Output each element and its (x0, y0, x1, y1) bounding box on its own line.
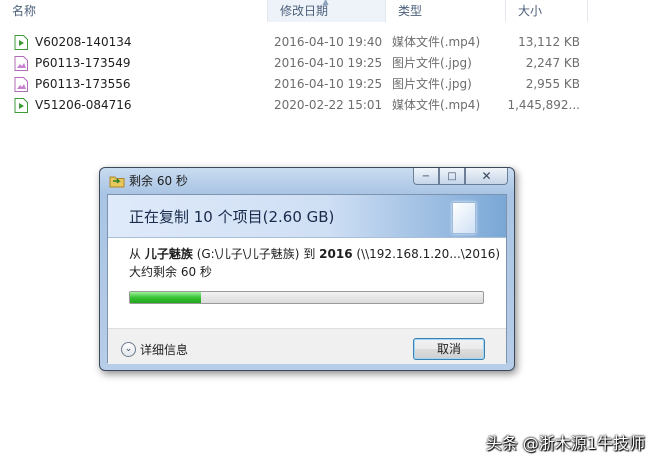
column-header-date-label: 修改日期 (280, 4, 329, 18)
file-name: V60208-140134 (35, 35, 132, 49)
file-name: V51206-084716 (35, 98, 132, 112)
dialog-titlebar[interactable]: 剩余 60 秒 − □ ✕ (100, 168, 514, 194)
file-date: 2016-04-10 19:40 (274, 35, 383, 49)
dest-path: (\\192.168.1.20...\2016) (356, 247, 501, 261)
file-row[interactable]: V60208-140134 2016-04-10 19:40 媒体文件(.mp4… (0, 32, 600, 53)
file-size: 2,247 KB (525, 56, 580, 70)
chevron-down-icon: ⌄ (121, 342, 136, 357)
dialog-banner: 正在复制 10 个项目(2.60 GB) (108, 195, 506, 238)
more-details-label: 详细信息 (140, 343, 189, 357)
sort-arrow-icon: ▲ (322, 0, 329, 6)
more-details-toggle[interactable]: ⌄ 详细信息 (121, 341, 188, 358)
copy-dialog: 剩余 60 秒 − □ ✕ 正在复制 10 个项目(2.60 GB) 从 儿子魅… (99, 167, 515, 371)
watermark: 头条 @浙木源1牛技师 (485, 434, 645, 453)
file-type: 图片文件(.jpg) (392, 56, 472, 70)
copy-folder-icon (109, 176, 125, 188)
file-size: 1,445,892... (507, 98, 580, 112)
column-header-size[interactable]: 大小 (506, 0, 588, 22)
minimize-icon: − (421, 170, 431, 182)
column-header-type-label: 类型 (398, 4, 423, 18)
maximize-button[interactable]: □ (439, 168, 465, 185)
column-header-size-label: 大小 (518, 4, 543, 18)
column-header-date[interactable]: ▲ 修改日期 (268, 0, 386, 22)
column-header-name-label: 名称 (12, 4, 37, 18)
column-header-row: 名称 ▲ 修改日期 类型 大小 (0, 0, 600, 24)
video-file-icon (14, 35, 28, 50)
image-file-icon (14, 56, 28, 71)
progress-fill (130, 292, 201, 303)
file-row[interactable]: P60113-173556 2016-04-10 19:25 图片文件(.jpg… (0, 74, 600, 95)
dialog-footer: ⌄ 详细信息 取消 (108, 328, 506, 364)
minimize-button[interactable]: − (413, 168, 439, 185)
dialog-client: 正在复制 10 个项目(2.60 GB) 从 儿子魅族 (G:\儿子\儿子魅族)… (107, 194, 507, 364)
file-size: 2,955 KB (525, 77, 580, 91)
file-type: 图片文件(.jpg) (392, 77, 472, 91)
column-header-name[interactable]: 名称 (0, 0, 268, 22)
source-name: 儿子魅族 (144, 247, 193, 261)
file-date: 2020-02-22 15:01 (274, 98, 383, 112)
cancel-button[interactable]: 取消 (413, 338, 485, 360)
column-header-type[interactable]: 类型 (386, 0, 506, 22)
file-name: P60113-173556 (35, 77, 131, 91)
copy-detail-line: 从 儿子魅族 (G:\儿子\儿子魅族) 到 2016 (\\192.168.1.… (129, 246, 501, 263)
close-button[interactable]: ✕ (465, 168, 508, 185)
dialog-title: 剩余 60 秒 (129, 174, 188, 188)
close-icon: ✕ (481, 169, 492, 183)
file-type: 媒体文件(.mp4) (392, 35, 481, 49)
from-word: 从 (129, 247, 142, 261)
source-path: (G:\儿子\儿子魅族) (196, 247, 300, 261)
document-icon (452, 202, 476, 234)
to-word: 到 (303, 247, 316, 261)
file-date: 2016-04-10 19:25 (274, 56, 383, 70)
dest-name: 2016 (319, 247, 353, 261)
maximize-icon: □ (447, 170, 457, 182)
file-row[interactable]: V51206-084716 2020-02-22 15:01 媒体文件(.mp4… (0, 95, 600, 116)
time-remaining: 大约剩余 60 秒 (129, 265, 212, 279)
file-type: 媒体文件(.mp4) (392, 98, 481, 112)
caption-buttons: − □ ✕ (413, 168, 508, 186)
image-file-icon (14, 77, 28, 92)
copy-progress-bar (129, 291, 484, 304)
file-row[interactable]: P60113-173549 2016-04-10 19:25 图片文件(.jpg… (0, 53, 600, 74)
file-size: 13,112 KB (518, 35, 580, 49)
video-file-icon (14, 98, 28, 113)
file-date: 2016-04-10 19:25 (274, 77, 383, 91)
file-name: P60113-173549 (35, 56, 131, 70)
copy-heading: 正在复制 10 个项目(2.60 GB) (129, 208, 335, 226)
